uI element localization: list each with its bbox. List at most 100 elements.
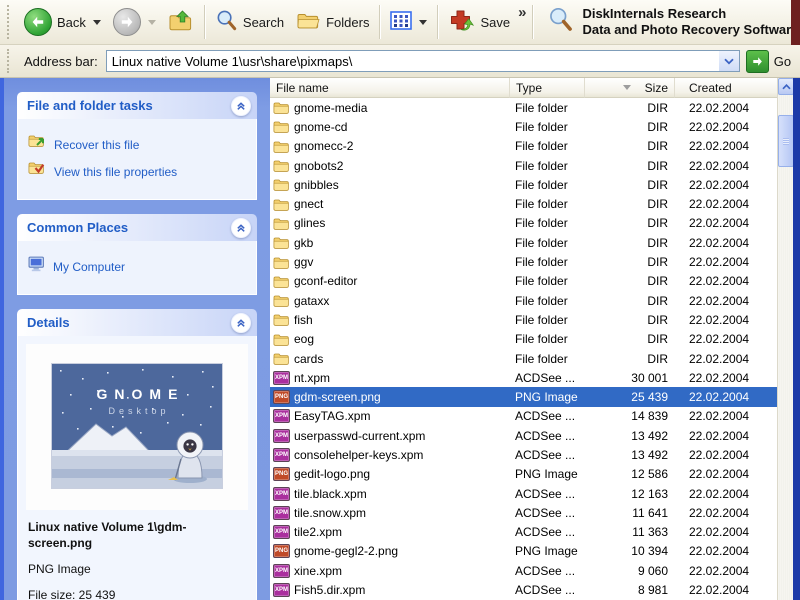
folder-icon xyxy=(273,178,290,192)
file-size-cell: 12 586 xyxy=(585,467,675,481)
task-recover-this-file[interactable]: Recover this file xyxy=(28,134,246,155)
table-row[interactable]: gnectFile folderDIR22.02.2004 xyxy=(270,194,777,213)
table-row[interactable]: XPMtile2.xpmACDSee ...11 36322.02.2004 xyxy=(270,523,777,542)
table-row[interactable]: cardsFile folderDIR22.02.2004 xyxy=(270,349,777,368)
scrollbar-thumb[interactable] xyxy=(778,115,794,167)
table-row[interactable]: gnome-cdFile folderDIR22.02.2004 xyxy=(270,117,777,136)
folders-icon xyxy=(296,10,321,34)
table-row[interactable]: XPMtile.snow.xpmACDSee ...11 64122.02.20… xyxy=(270,503,777,522)
file-type-cell: PNG Image xyxy=(510,544,585,558)
forward-button[interactable] xyxy=(107,6,162,38)
file-tasks-panel-header[interactable]: File and folder tasks xyxy=(17,92,257,119)
window-edge xyxy=(791,0,800,45)
xpm-file-icon: XPM xyxy=(273,409,290,423)
folder-icon xyxy=(273,120,290,134)
views-grid-icon xyxy=(390,11,412,33)
toolbar-overflow-chevron[interactable]: » xyxy=(518,4,526,21)
table-row[interactable]: XPMtile.black.xpmACDSee ...12 16322.02.2… xyxy=(270,484,777,503)
search-button[interactable]: Search xyxy=(209,7,290,37)
table-row[interactable]: XPMFish5.dir.xpmACDSee ...8 98122.02.200… xyxy=(270,580,777,599)
file-name-text: gedit-logo.png xyxy=(294,467,370,481)
column-header-file-name[interactable]: File name xyxy=(270,78,510,98)
place-my-computer[interactable]: My Computer xyxy=(28,256,246,277)
column-header-created[interactable]: Created xyxy=(675,78,777,98)
common-places-panel-body: My Computer xyxy=(17,241,257,295)
addressbar-grip[interactable] xyxy=(7,49,13,73)
file-size-cell: 13 492 xyxy=(585,429,675,443)
table-row[interactable]: PNGgedit-logo.pngPNG Image12 58622.02.20… xyxy=(270,465,777,484)
file-name-cell: ggv xyxy=(270,255,510,269)
table-row[interactable]: XPMxine.xpmACDSee ...9 06022.02.2004 xyxy=(270,561,777,580)
folders-label: Folders xyxy=(326,15,369,30)
task-view-this-file-properties[interactable]: View this file properties xyxy=(28,161,246,182)
table-row[interactable]: XPMuserpasswd-current.xpmACDSee ...13 49… xyxy=(270,426,777,445)
back-dropdown-caret[interactable] xyxy=(93,20,101,25)
scroll-up-button[interactable] xyxy=(778,78,794,95)
file-name-cell: XPMEasyTAG.xpm xyxy=(270,409,510,423)
file-size-cell: 11 641 xyxy=(585,506,675,520)
file-type-cell: File folder xyxy=(510,139,585,153)
table-row[interactable]: gkbFile folderDIR22.02.2004 xyxy=(270,233,777,252)
toolbar-separator xyxy=(437,5,438,39)
file-created-cell: 22.02.2004 xyxy=(675,506,777,520)
up-button[interactable] xyxy=(162,7,200,38)
collapse-chevron-icon[interactable] xyxy=(231,96,251,116)
table-row[interactable]: eogFile folderDIR22.02.2004 xyxy=(270,330,777,349)
views-dropdown-caret[interactable] xyxy=(419,20,427,25)
folders-button[interactable]: Folders xyxy=(290,8,375,36)
table-row[interactable]: XPMnt.xpmACDSee ...30 00122.02.2004 xyxy=(270,368,777,387)
file-size-cell: DIR xyxy=(585,120,675,134)
address-input[interactable] xyxy=(106,50,740,72)
save-button[interactable]: Save xyxy=(442,6,516,38)
toolbar-separator xyxy=(532,5,533,39)
views-button[interactable] xyxy=(384,9,433,35)
collapse-chevron-icon[interactable] xyxy=(231,218,251,238)
details-panel-header[interactable]: Details xyxy=(17,309,257,336)
table-row[interactable]: gataxxFile folderDIR22.02.2004 xyxy=(270,291,777,310)
details-file-type: PNG Image xyxy=(28,562,246,576)
collapse-chevron-icon[interactable] xyxy=(231,313,251,333)
address-dropdown-button[interactable] xyxy=(719,51,739,71)
column-header-size[interactable]: Size xyxy=(585,78,675,98)
preview-subtitle-text: Desktop xyxy=(52,406,222,416)
file-name-cell: gnomecc-2 xyxy=(270,139,510,153)
file-created-cell: 22.02.2004 xyxy=(675,448,777,462)
file-created-cell: 22.02.2004 xyxy=(675,409,777,423)
brand-magnifier-icon xyxy=(547,6,574,38)
file-name-text: gnome-media xyxy=(294,101,367,115)
common-places-panel-header[interactable]: Common Places xyxy=(17,214,257,241)
task-pane-sidebar: File and folder tasks Recover this file V… xyxy=(4,78,270,600)
address-bar-label: Address bar: xyxy=(24,54,98,69)
vertical-scrollbar[interactable] xyxy=(777,78,794,600)
table-row[interactable]: gconf-editorFile folderDIR22.02.2004 xyxy=(270,272,777,291)
table-row[interactable]: PNGgdm-screen.pngPNG Image25 43922.02.20… xyxy=(270,387,777,406)
file-size-cell: DIR xyxy=(585,255,675,269)
table-row[interactable]: PNGgnome-gegl2-2.pngPNG Image10 39422.02… xyxy=(270,542,777,561)
table-row[interactable]: XPMEasyTAG.xpmACDSee ...14 83922.02.2004 xyxy=(270,407,777,426)
table-row[interactable]: gnibblesFile folderDIR22.02.2004 xyxy=(270,175,777,194)
file-name-cell: gnome-media xyxy=(270,101,510,115)
file-type-cell: File folder xyxy=(510,178,585,192)
table-row[interactable]: ggvFile folderDIR22.02.2004 xyxy=(270,252,777,271)
table-row[interactable]: fishFile folderDIR22.02.2004 xyxy=(270,310,777,329)
column-header-type[interactable]: Type xyxy=(510,78,585,98)
toolbar-grip[interactable] xyxy=(7,5,13,39)
go-button[interactable] xyxy=(746,50,769,73)
file-type-cell: File folder xyxy=(510,274,585,288)
file-created-cell: 22.02.2004 xyxy=(675,216,777,230)
table-row[interactable]: XPMconsolehelper-keys.xpmACDSee ...13 49… xyxy=(270,445,777,464)
file-size-cell: DIR xyxy=(585,352,675,366)
table-row[interactable]: gnomecc-2File folderDIR22.02.2004 xyxy=(270,137,777,156)
gdm-screen-preview-image: GNOME Desktop xyxy=(52,364,222,488)
back-button[interactable]: Back xyxy=(18,6,107,38)
file-name-cell: XPMconsolehelper-keys.xpm xyxy=(270,448,510,462)
file-type-cell: File folder xyxy=(510,236,585,250)
file-created-cell: 22.02.2004 xyxy=(675,159,777,173)
file-type-cell: ACDSee ... xyxy=(510,564,585,578)
file-name-text: glines xyxy=(294,216,325,230)
table-row[interactable]: glinesFile folderDIR22.02.2004 xyxy=(270,214,777,233)
file-size-cell: DIR xyxy=(585,216,675,230)
window-edge xyxy=(793,78,800,600)
table-row[interactable]: gnobots2File folderDIR22.02.2004 xyxy=(270,156,777,175)
table-row[interactable]: gnome-mediaFile folderDIR22.02.2004 xyxy=(270,98,777,117)
